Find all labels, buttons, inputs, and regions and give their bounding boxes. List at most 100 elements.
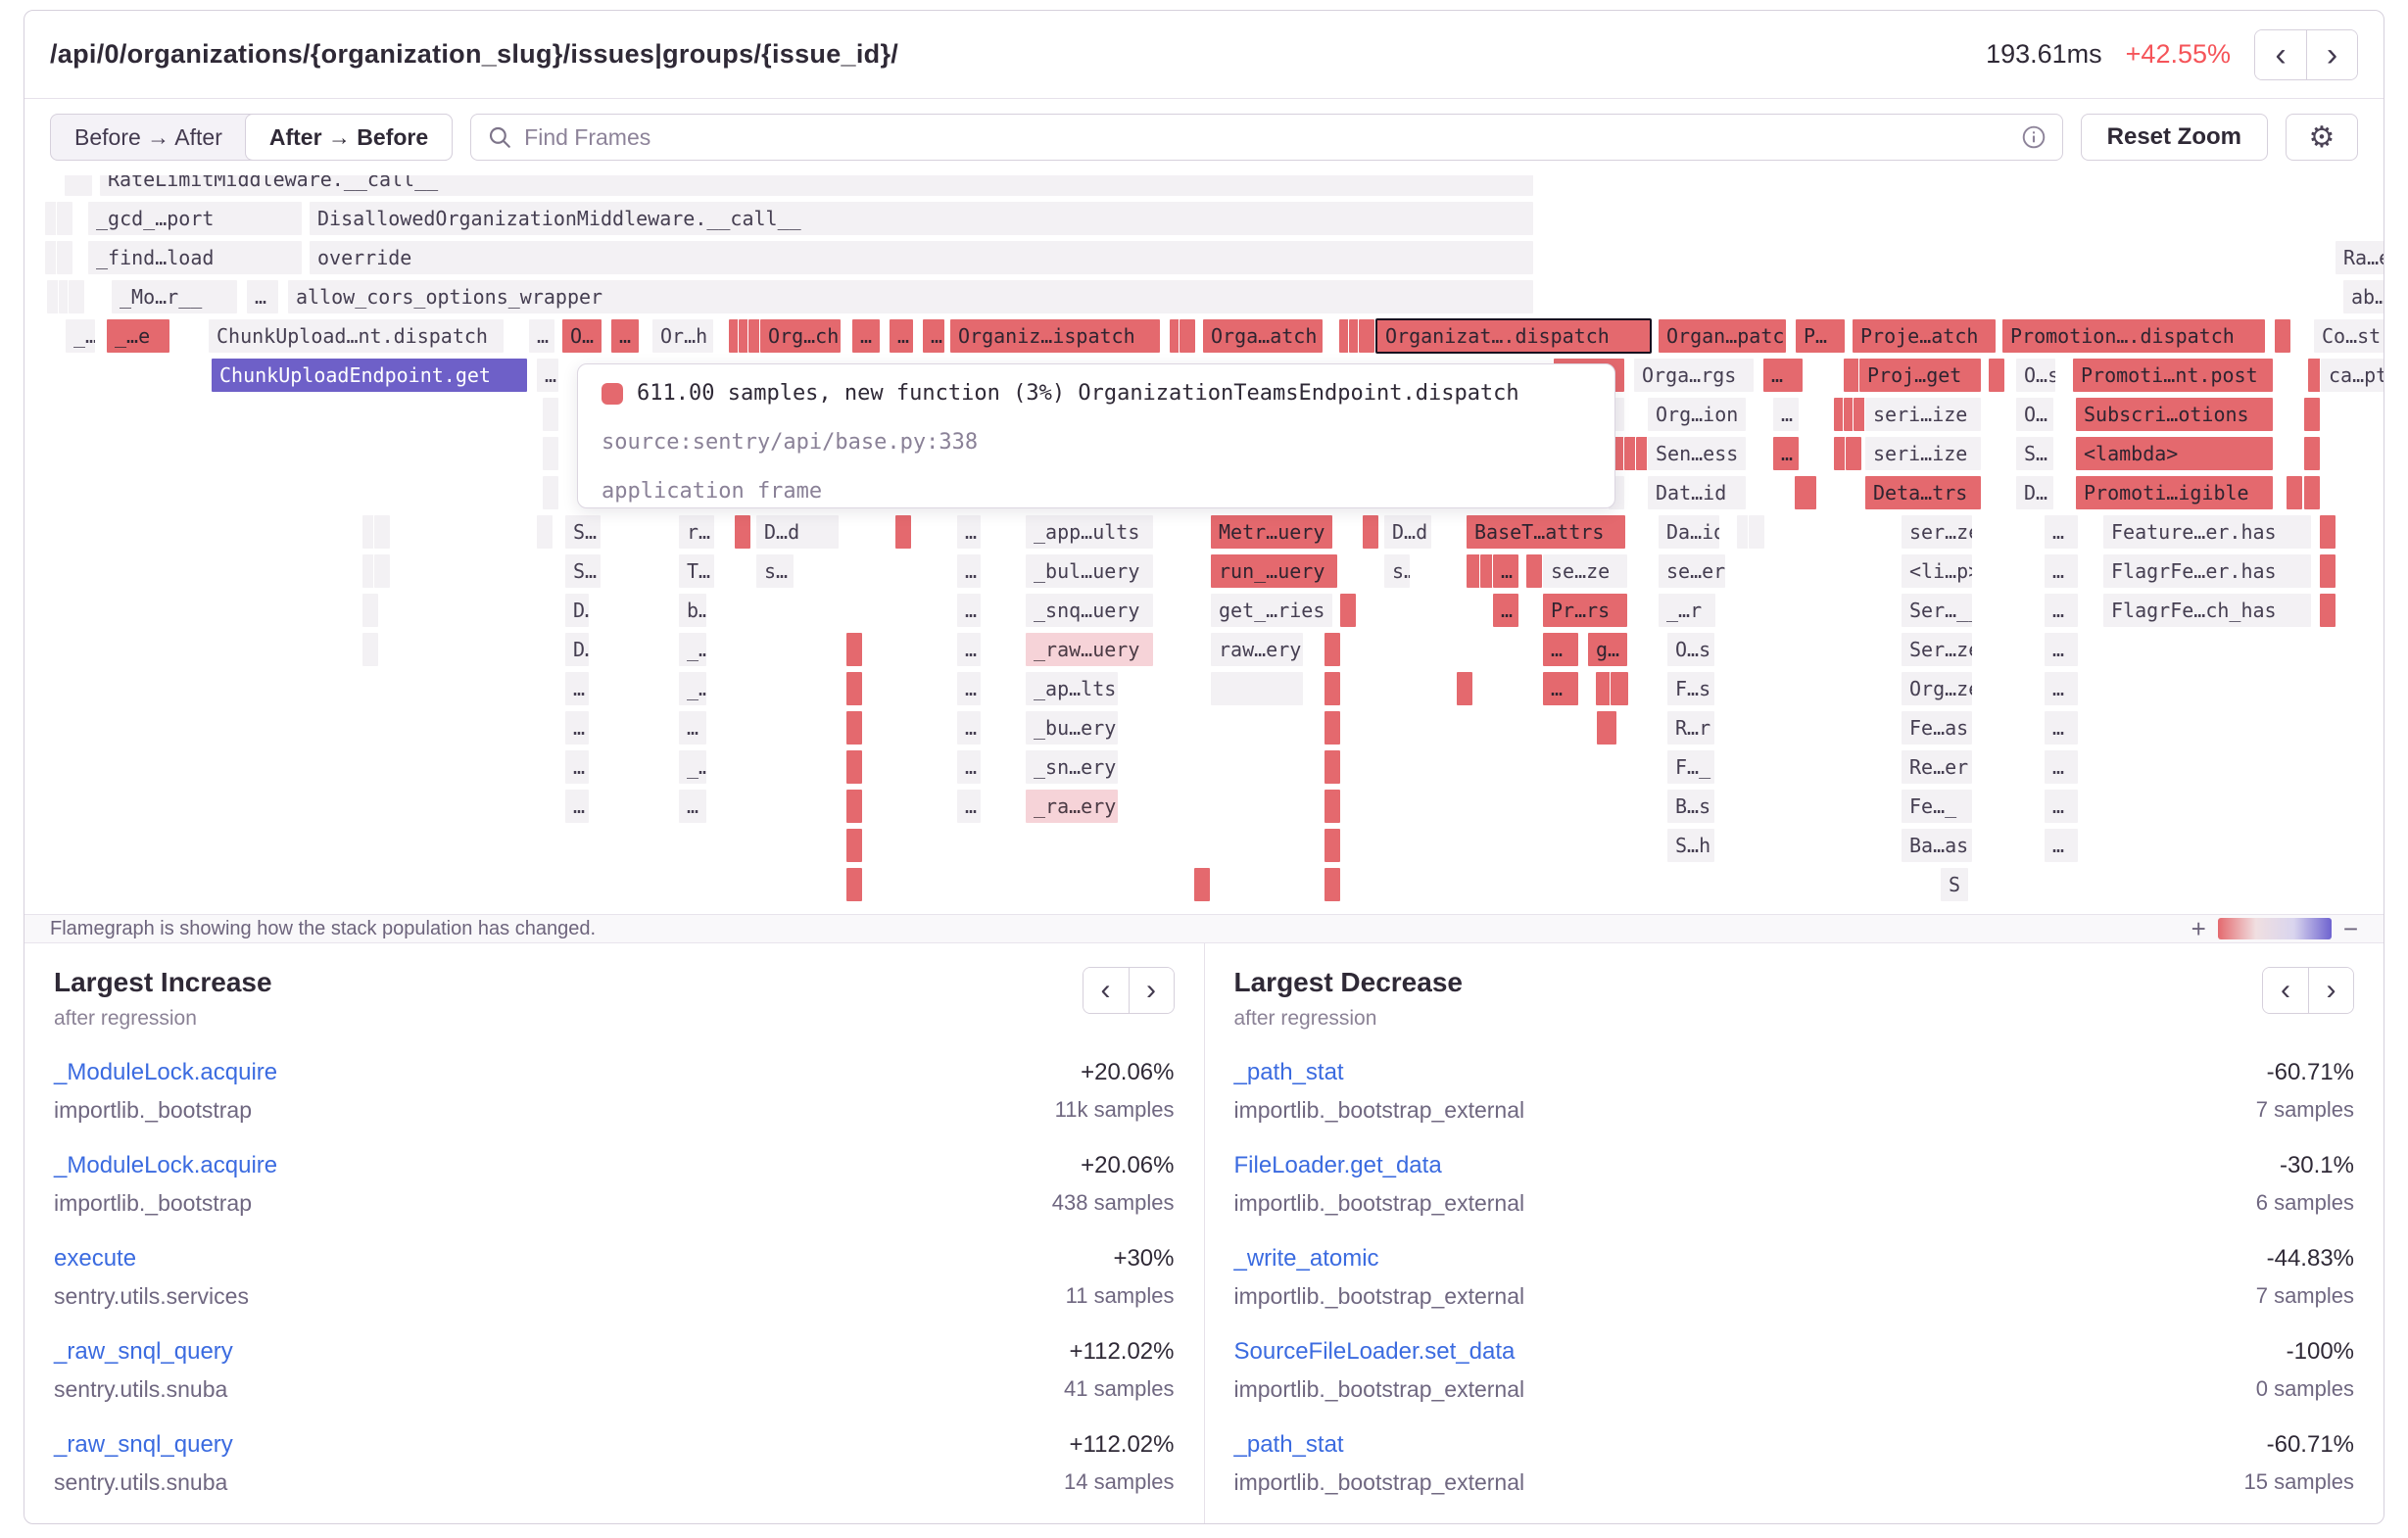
flame-frame[interactable]: ChunkUploadEndpoint.get — [211, 358, 528, 393]
flame-frame[interactable]: se…er — [1658, 553, 1726, 589]
flame-frame[interactable] — [845, 671, 863, 706]
flame-frame[interactable]: O…s — [1666, 632, 1715, 667]
flame-frame[interactable]: O… — [2015, 397, 2054, 432]
flame-frame[interactable]: … — [2044, 710, 2079, 745]
flame-frame[interactable]: S — [1940, 867, 1969, 902]
flame-frame[interactable]: Pr…rs — [1542, 593, 1628, 628]
flame-frame[interactable] — [373, 553, 391, 589]
flame-frame[interactable]: _find…load — [87, 240, 303, 275]
flame-frame[interactable] — [2274, 318, 2291, 354]
flame-frame[interactable]: Ra…ew — [2335, 240, 2384, 275]
flame-frame[interactable]: P… — [1795, 318, 1846, 354]
function-link[interactable]: _write_atomic — [1234, 1245, 1525, 1273]
flame-frame[interactable]: … — [678, 710, 707, 745]
flame-frame[interactable]: … — [564, 789, 590, 824]
flame-frame[interactable]: … — [956, 671, 982, 706]
flame-frame[interactable] — [1193, 867, 1211, 902]
flame-frame[interactable]: s… — [755, 553, 795, 589]
search-input[interactable] — [524, 124, 2008, 151]
flame-frame[interactable]: _… — [678, 749, 707, 785]
flame-frame[interactable] — [845, 632, 863, 667]
flamegraph-canvas[interactable]: 611.00 samples, new function (3%) Organi… — [24, 175, 2384, 914]
flame-frame[interactable]: Fe…as — [1901, 710, 1973, 745]
flame-frame[interactable]: Feature…er.has — [2102, 514, 2312, 550]
flame-frame[interactable] — [2319, 593, 2336, 628]
flame-frame[interactable] — [845, 789, 863, 824]
flame-frame[interactable]: Dat…id — [1647, 475, 1747, 510]
flame-frame[interactable]: r… — [678, 514, 715, 550]
flame-frame[interactable]: … — [956, 710, 982, 745]
after-before-toggle[interactable]: After → Before — [245, 114, 453, 161]
flame-frame[interactable] — [2303, 436, 2321, 471]
flame-frame[interactable]: … — [956, 553, 982, 589]
flame-frame[interactable]: … — [564, 671, 590, 706]
flame-frame[interactable]: _bul…uery — [1025, 553, 1154, 589]
function-link[interactable]: _ModuleLock.acquire — [54, 1152, 277, 1179]
flame-frame[interactable]: raw…ery — [1210, 632, 1304, 667]
flame-frame[interactable]: … — [678, 789, 707, 824]
flame-frame[interactable]: S… — [2015, 436, 2054, 471]
flame-frame[interactable]: … — [851, 318, 881, 354]
flame-frame[interactable]: Fe…_ — [1901, 789, 1973, 824]
flame-frame[interactable] — [1456, 671, 1473, 706]
flame-frame[interactable]: _… — [678, 671, 707, 706]
flame-frame[interactable] — [845, 867, 863, 902]
flame-frame[interactable] — [1324, 671, 1341, 706]
flame-frame[interactable] — [68, 279, 85, 314]
flame-frame[interactable]: … — [1492, 553, 1519, 589]
flame-frame[interactable]: _…r — [1658, 593, 1716, 628]
flame-frame[interactable]: F…_ — [1666, 749, 1715, 785]
flame-frame[interactable]: run_…uery — [1210, 553, 1338, 589]
flame-frame[interactable]: seri…ize — [1864, 436, 1982, 471]
flame-frame[interactable]: … — [1762, 358, 1804, 393]
flame-frame[interactable] — [845, 828, 863, 863]
flame-frame[interactable]: … — [1492, 593, 1519, 628]
flame-frame[interactable] — [361, 593, 379, 628]
flame-frame[interactable]: _ra…ery — [1025, 789, 1119, 824]
flame-frame[interactable] — [1610, 671, 1629, 706]
flame-frame[interactable]: … — [564, 749, 590, 785]
flame-frame[interactable] — [1339, 593, 1357, 628]
decrease-prev-button[interactable]: ‹ — [2263, 968, 2308, 1013]
flame-frame[interactable] — [56, 201, 73, 236]
flame-frame[interactable]: ser…ze — [1901, 514, 1973, 550]
flame-frame[interactable]: _snq…uery — [1025, 593, 1154, 628]
flame-frame[interactable]: … — [610, 318, 640, 354]
flame-frame[interactable]: … — [956, 749, 982, 785]
flame-frame[interactable]: _bu…ery — [1025, 710, 1119, 745]
flame-frame[interactable]: … — [922, 318, 945, 354]
flame-frame[interactable] — [2303, 397, 2321, 432]
flame-frame[interactable] — [1845, 436, 1862, 471]
flame-frame[interactable]: … — [2044, 789, 2079, 824]
flame-frame[interactable]: … — [2044, 828, 2079, 863]
flame-frame[interactable] — [2303, 475, 2321, 510]
flame-frame[interactable]: … — [2044, 514, 2079, 550]
flame-frame[interactable]: g… — [1587, 632, 1628, 667]
flame-frame[interactable]: Sen…ess — [1647, 436, 1747, 471]
flame-frame[interactable]: … — [1772, 397, 1800, 432]
function-link[interactable]: _path_stat — [1234, 1059, 1525, 1086]
flame-frame[interactable]: _gcd_…port — [87, 201, 303, 236]
flame-frame[interactable] — [894, 514, 912, 550]
flame-frame[interactable] — [1794, 475, 1817, 510]
flame-frame[interactable]: RateLimitMiddleware.__call__ — [99, 175, 1534, 197]
flame-frame[interactable]: <li…p> — [1901, 553, 1973, 589]
flame-frame[interactable]: S…h — [1666, 828, 1715, 863]
flame-frame[interactable] — [2319, 514, 2336, 550]
flame-frame[interactable]: Re…er — [1901, 749, 1973, 785]
flame-frame[interactable]: R…r — [1666, 710, 1715, 745]
flame-frame[interactable]: b… — [678, 593, 707, 628]
flame-frame[interactable]: DisallowedOrganizationMiddleware.__call_… — [309, 201, 1534, 236]
flame-frame[interactable]: Or…h — [651, 318, 714, 354]
flame-frame[interactable] — [1358, 318, 1375, 354]
flame-frame[interactable]: Promotion….dispatch — [2001, 318, 2266, 354]
flame-frame[interactable]: Da…id — [1658, 514, 1720, 550]
flame-frame[interactable] — [56, 240, 73, 275]
flame-frame[interactable] — [1324, 749, 1341, 785]
flame-frame[interactable]: Promoti…igible — [2075, 475, 2274, 510]
flame-frame[interactable] — [373, 514, 391, 550]
flame-frame[interactable]: Org…ion — [1647, 397, 1747, 432]
flame-frame[interactable]: Proj…get — [1858, 358, 1982, 393]
flame-frame[interactable] — [2319, 553, 2336, 589]
flame-frame[interactable]: D… — [564, 593, 590, 628]
